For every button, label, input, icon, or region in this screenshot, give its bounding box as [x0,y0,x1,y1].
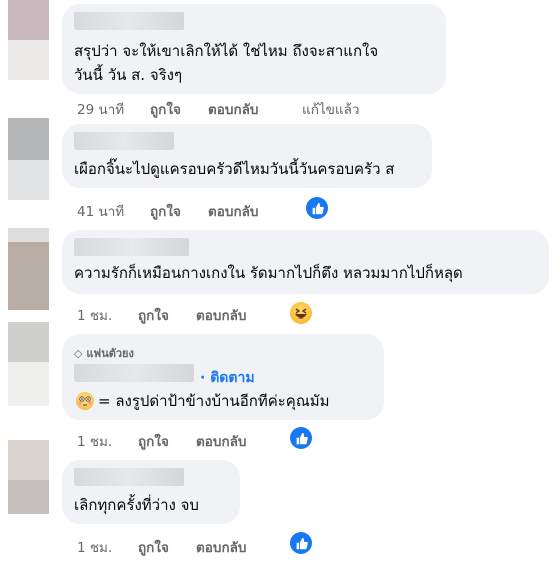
like-reaction-icon[interactable] [290,427,312,449]
comment-bubble: สรุปว่า จะให้เขาเลิกให้ได้ ใช่ไหม ถึงจะส… [62,4,446,94]
diamond-icon: ◇ [74,347,83,360]
comment-bubble: ◇ แฟนตัวยง · ติดตาม = ลงรูปด่าป้าข้างบ้า… [62,334,384,420]
comment-text-line-1: = ลงรูปด่าป้าข้างบ้านอีกทีค่ะคุณมัม [98,392,330,410]
timestamp[interactable]: 41 นาที [77,200,124,222]
author-name[interactable] [74,132,174,150]
comment-text-line-1: เผือกจิ๊นะไปดูแครอบครัวดีไหมวันนี้วันครอ… [74,160,395,178]
like-button[interactable]: ถูกใจ [150,200,181,222]
reply-button[interactable]: ตอบกลับ [208,200,258,222]
flushed-emoji-icon [76,392,94,410]
avatar[interactable] [8,440,49,514]
fan-badge: ◇ แฟนตัวยง [74,347,134,360]
avatar[interactable] [8,0,49,80]
reply-button[interactable]: ตอบกลับ [196,536,246,558]
like-button[interactable]: ถูกใจ [138,536,169,558]
avatar[interactable] [8,322,49,406]
comment-text-line-1: สรุปว่า จะให้เขาเลิกให้ได้ ใช่ไหม ถึงจะส… [74,42,379,60]
reply-button[interactable]: ตอบกลับ [196,304,246,326]
author-name[interactable] [74,238,189,256]
reply-button[interactable]: ตอบกลับ [208,98,258,120]
timestamp[interactable]: 29 นาที [77,98,124,120]
comment-text-line-2: วันนี้ วัน ส. จริงๆ [74,66,183,84]
haha-reaction-icon[interactable] [290,302,312,324]
comment-text-line-1: ความรักก็เหมือนกางเกงใน รัดมากไปก็ตึง หล… [74,264,463,282]
comment-bubble: ความรักก็เหมือนกางเกงใน รัดมากไปก็ตึง หล… [62,230,549,294]
comment-bubble: เผือกจิ๊นะไปดูแครอบครัวดีไหมวันนี้วันครอ… [62,124,432,188]
timestamp[interactable]: 1 ชม. [77,430,112,452]
author-name[interactable] [74,468,184,486]
comment-bubble: เลิกทุกครั้งที่ว่าง จบ [62,460,240,524]
follow-link[interactable]: · ติดตาม [200,367,255,389]
like-button[interactable]: ถูกใจ [138,304,169,326]
timestamp[interactable]: 1 ชม. [77,536,112,558]
like-reaction-icon[interactable] [306,197,328,219]
edited-label: แก้ไขแล้ว [302,102,360,118]
like-reaction-icon[interactable] [290,532,312,554]
author-name[interactable] [74,364,194,382]
comment-text-line-1: เลิกทุกครั้งที่ว่าง จบ [74,496,199,514]
avatar[interactable] [8,118,49,200]
author-name[interactable] [74,12,184,30]
avatar[interactable] [8,228,49,310]
reply-button[interactable]: ตอบกลับ [196,430,246,452]
timestamp[interactable]: 1 ชม. [77,304,112,326]
like-button[interactable]: ถูกใจ [150,98,181,120]
like-button[interactable]: ถูกใจ [138,430,169,452]
